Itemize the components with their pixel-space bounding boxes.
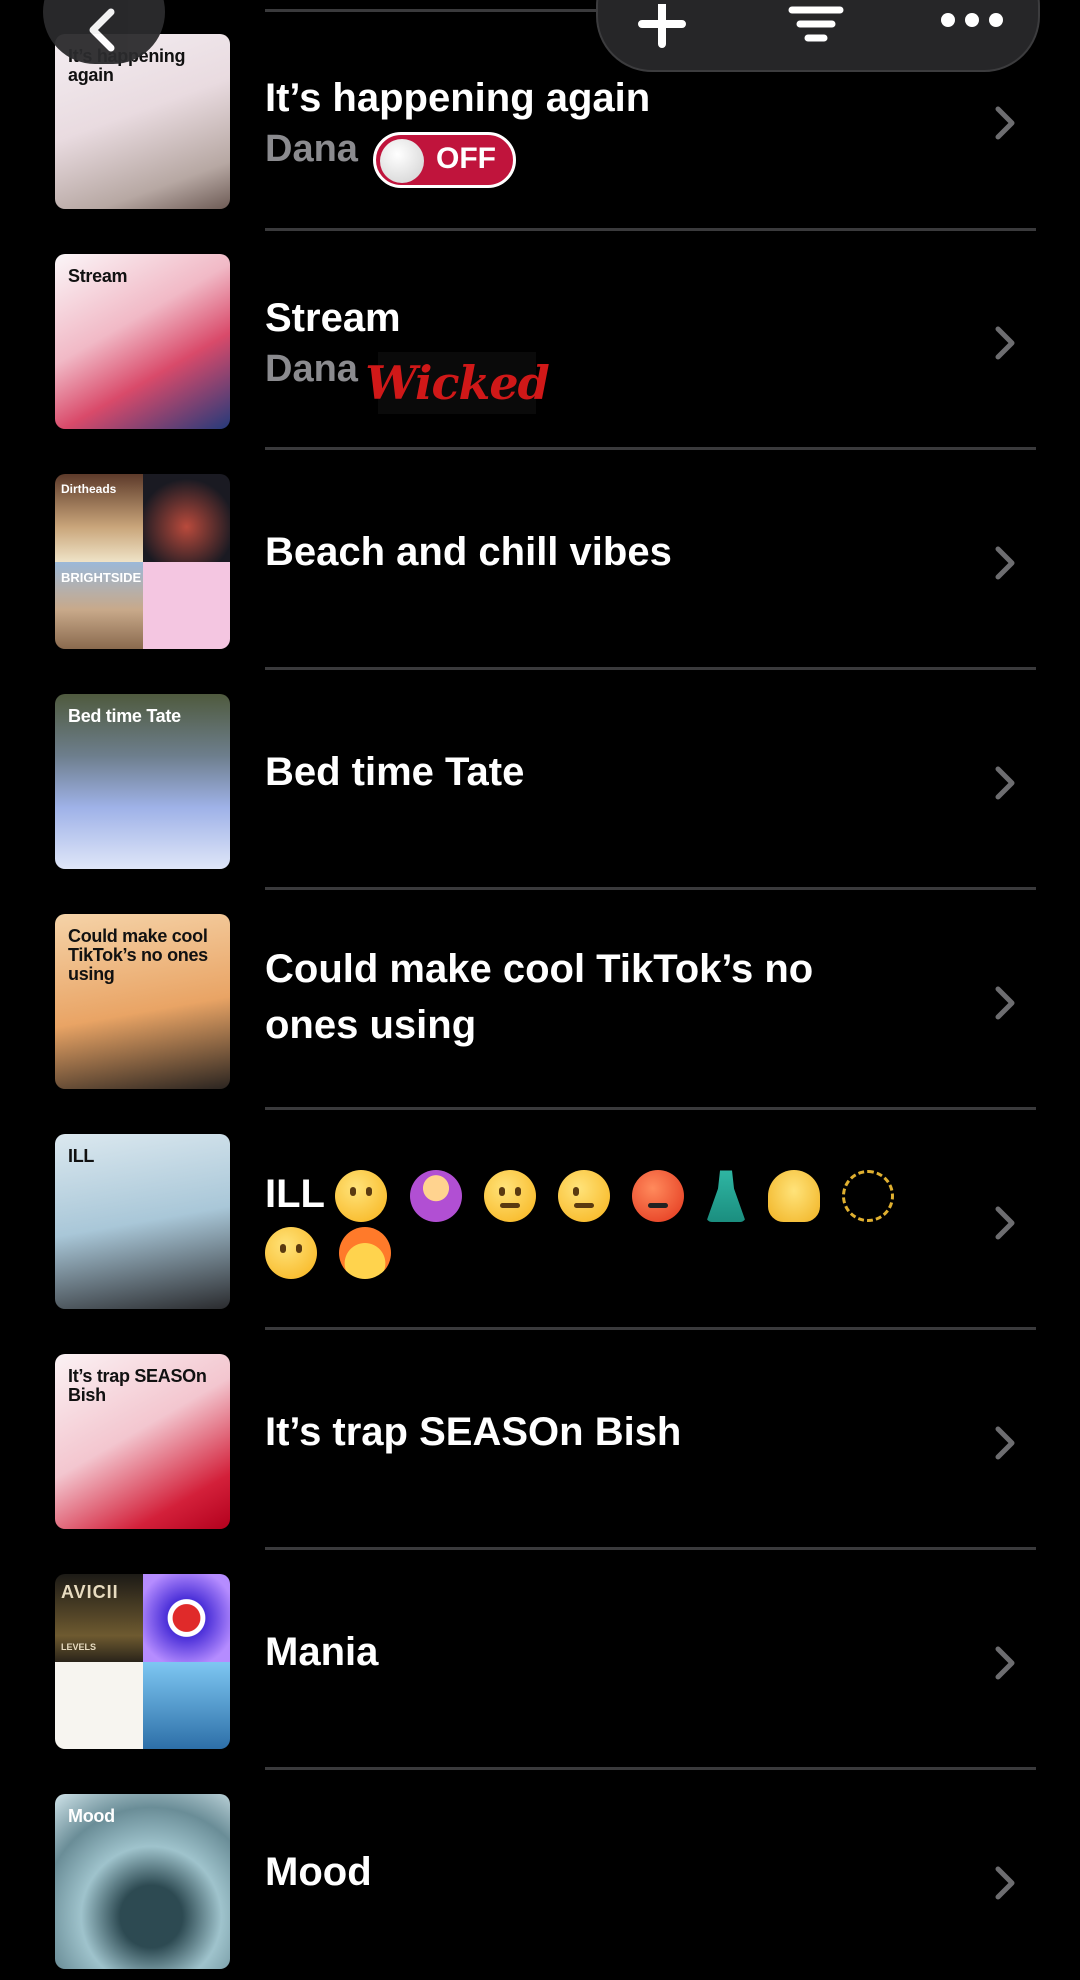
artwork-label: Could make cool TikTok’s no ones using xyxy=(68,926,208,984)
chevron-right-icon xyxy=(995,546,1015,580)
playlist-artwork: Bed time Tate xyxy=(55,694,230,869)
playlist-title: It’s happening again xyxy=(265,76,651,120)
playlist-title: Bed time Tate xyxy=(265,750,525,794)
album-tile xyxy=(55,1661,143,1749)
hushed-face-icon xyxy=(265,1226,317,1279)
divider xyxy=(265,228,1036,231)
album-tile xyxy=(142,561,230,649)
sticker-text: Wicked xyxy=(365,356,550,410)
person-shrugging-icon xyxy=(409,1170,462,1223)
melting-face-icon xyxy=(768,1170,821,1223)
divider xyxy=(265,447,1036,450)
album-tile xyxy=(142,474,230,562)
chevron-right-icon xyxy=(995,1206,1015,1240)
playlist-title-text: ILL xyxy=(265,1172,325,1216)
artwork-label: ILL xyxy=(68,1146,95,1166)
playlist-artwork: AVICII LEVELS xyxy=(55,1574,230,1749)
album-tile: BRIGHTSIDE xyxy=(55,561,143,649)
playlist-owner: Dana xyxy=(265,128,358,170)
playlist-row[interactable]: Could make cool TikTok’s no ones using C… xyxy=(0,880,1080,1100)
album-tile: Dirtheads xyxy=(55,474,143,562)
album-tile-subtext: LEVELS xyxy=(61,1642,97,1652)
more-dots-icon[interactable] xyxy=(940,10,1004,30)
dress-icon xyxy=(706,1170,747,1223)
playlist-artwork: It’s trap SEASOn Bish xyxy=(55,1354,230,1529)
chevron-left-icon xyxy=(89,8,115,52)
playlist-row[interactable]: Dirtheads BRIGHTSIDE Beach and chill vib… xyxy=(0,440,1080,660)
wicked-sticker: Wicked xyxy=(365,352,550,414)
chevron-right-icon xyxy=(995,326,1015,360)
playlist-title: Mood xyxy=(265,1850,372,1894)
winking-face-icon xyxy=(557,1170,610,1223)
face-peeking-icon xyxy=(335,1170,388,1223)
divider xyxy=(265,1107,1036,1110)
divider xyxy=(265,1327,1036,1330)
playlist-title: Beach and chill vibes xyxy=(265,530,672,574)
divider xyxy=(265,667,1036,670)
chevron-right-icon xyxy=(995,1426,1015,1460)
chevron-right-icon xyxy=(995,766,1015,800)
divider xyxy=(265,1547,1036,1550)
toggle-label: OFF xyxy=(436,142,496,175)
chevron-right-icon xyxy=(995,986,1015,1020)
artwork-label: Mood xyxy=(68,1806,115,1826)
artwork-label: It’s trap SEASOn Bish xyxy=(68,1366,207,1405)
off-toggle-sticker: OFF xyxy=(373,132,516,188)
playlist-title: Could make cool TikTok’s no ones using xyxy=(265,947,814,1047)
playlist-title: ILL xyxy=(265,1166,915,1279)
chevron-right-icon xyxy=(995,1866,1015,1900)
album-tile-text: AVICII xyxy=(61,1582,119,1602)
playlist-row[interactable]: It’s trap SEASOn Bish It’s trap SEASOn B… xyxy=(0,1320,1080,1540)
playlist-artwork: Dirtheads BRIGHTSIDE xyxy=(55,474,230,649)
divider xyxy=(265,887,1036,890)
dotted-line-face-icon xyxy=(842,1170,895,1223)
album-tile xyxy=(142,1661,230,1749)
playlist-row[interactable]: AVICII LEVELS Mania xyxy=(0,1540,1080,1760)
exploding-head-icon xyxy=(339,1226,392,1279)
grinning-sweat-face-icon xyxy=(483,1170,536,1223)
chevron-right-icon xyxy=(995,1646,1015,1680)
playlist-title: Stream xyxy=(265,296,401,340)
chevron-right-icon xyxy=(995,106,1015,140)
album-tile xyxy=(142,1574,230,1662)
playlist-row[interactable]: Bed time Tate Bed time Tate xyxy=(0,660,1080,880)
cursing-face-icon xyxy=(631,1170,684,1223)
plus-icon[interactable] xyxy=(634,4,690,48)
playlist-row[interactable]: ILL ILL xyxy=(0,1100,1080,1320)
toolbar-pill xyxy=(596,0,1040,72)
artwork-label: Stream xyxy=(68,266,128,286)
sort-lines-icon[interactable] xyxy=(788,4,844,44)
playlist-artwork: Could make cool TikTok’s no ones using xyxy=(55,914,230,1089)
artwork-label: Bed time Tate xyxy=(68,706,181,726)
playlist-artwork: Mood xyxy=(55,1794,230,1969)
playlist-list: It’s happening again It’s happening agai… xyxy=(0,0,1080,1969)
album-tile-text: Dirtheads xyxy=(61,482,117,496)
playlist-title: Mania xyxy=(265,1630,379,1674)
divider xyxy=(265,1767,1036,1770)
toggle-knob xyxy=(380,139,424,183)
album-tile: AVICII LEVELS xyxy=(55,1574,143,1662)
album-tile-text: BRIGHTSIDE xyxy=(61,569,142,585)
playlist-title: It’s trap SEASOn Bish xyxy=(265,1410,682,1454)
playlist-artwork: Stream xyxy=(55,254,230,429)
playlist-owner: Dana xyxy=(265,348,358,390)
playlist-artwork: ILL xyxy=(55,1134,230,1309)
playlist-row[interactable]: Mood Mood xyxy=(0,1760,1080,1980)
